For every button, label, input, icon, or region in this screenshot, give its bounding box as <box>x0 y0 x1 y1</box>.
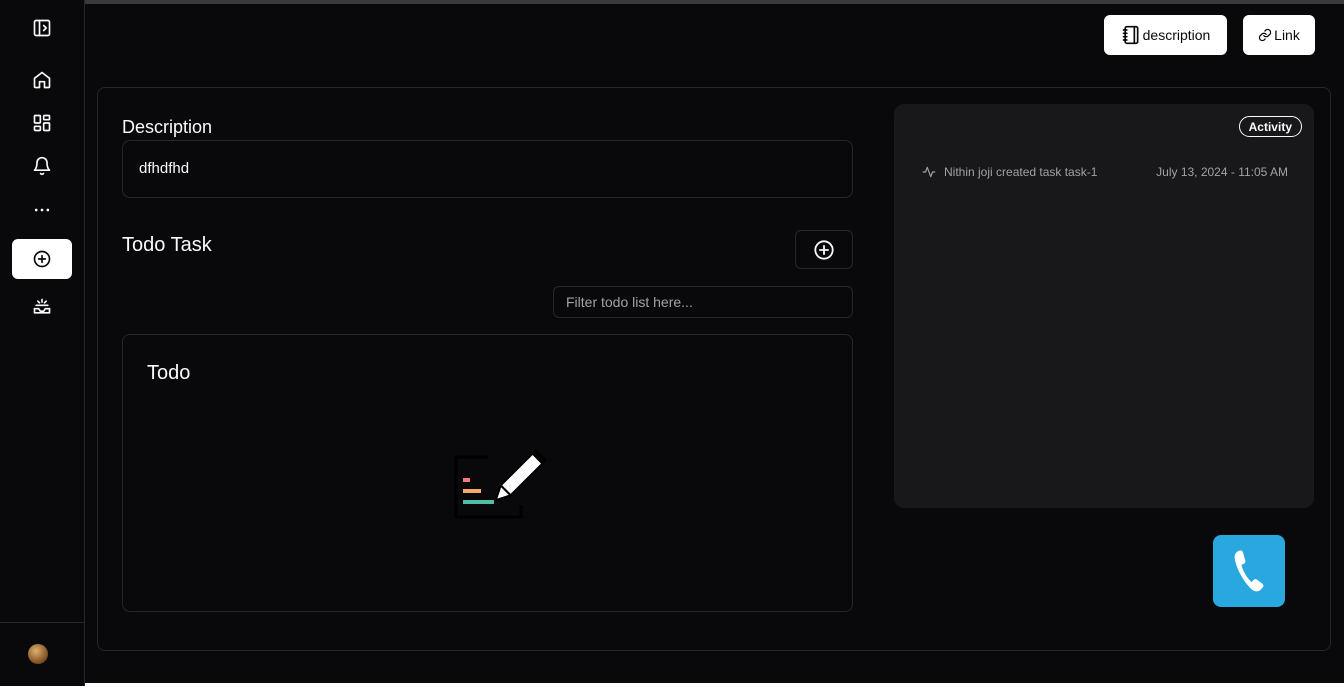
description-button-label: description <box>1142 27 1211 43</box>
empty-todo-illustration-icon <box>454 448 548 519</box>
sidebar-item-home[interactable] <box>12 60 72 100</box>
description-button[interactable]: description <box>1104 15 1227 55</box>
activity-entry: Nithin joji created task task-1 July 13,… <box>922 162 1288 182</box>
plus-circle-icon <box>33 250 51 268</box>
activity-panel: Activity Nithin joji created task task-1… <box>894 104 1314 508</box>
activity-entry-time: July 13, 2024 - 11:05 AM <box>1156 165 1288 179</box>
sidebar-item-notifications[interactable] <box>12 146 72 186</box>
add-todo-button[interactable] <box>795 230 853 269</box>
activity-entry-text: Nithin joji created task task-1 <box>944 165 1098 179</box>
dashboard-icon <box>33 114 51 132</box>
activity-badge: Activity <box>1238 116 1302 137</box>
more-icon <box>34 208 50 212</box>
plus-circle-icon <box>814 239 834 260</box>
bell-icon <box>33 156 51 176</box>
sidebar-item-create[interactable] <box>12 239 72 279</box>
notebook-icon <box>1122 25 1139 45</box>
home-icon <box>33 71 51 89</box>
sidebar <box>0 0 85 686</box>
todo-task-heading: Todo Task <box>122 234 212 256</box>
sidebar-item-inbox[interactable] <box>12 287 72 327</box>
sidebar-item-dashboard[interactable] <box>12 103 72 143</box>
inbox-icon <box>33 298 51 314</box>
description-field[interactable]: dfhdfhd <box>122 140 853 198</box>
sidebar-toggle-button[interactable] <box>12 8 72 48</box>
sidebar-item-more[interactable] <box>12 190 72 230</box>
call-button[interactable] <box>1213 535 1285 607</box>
todo-list-title: Todo <box>147 362 191 384</box>
phone-icon <box>1234 550 1264 592</box>
description-heading: Description <box>122 117 213 137</box>
todo-list-card: Todo <box>122 334 853 612</box>
link-icon <box>1259 28 1272 42</box>
link-button[interactable]: Link <box>1243 15 1315 55</box>
link-button-label: Link <box>1274 27 1300 43</box>
sidebar-toggle-icon <box>33 19 51 37</box>
filter-todo-input[interactable] <box>553 286 853 318</box>
avatar[interactable] <box>28 644 48 664</box>
activity-pulse-icon <box>922 166 936 178</box>
